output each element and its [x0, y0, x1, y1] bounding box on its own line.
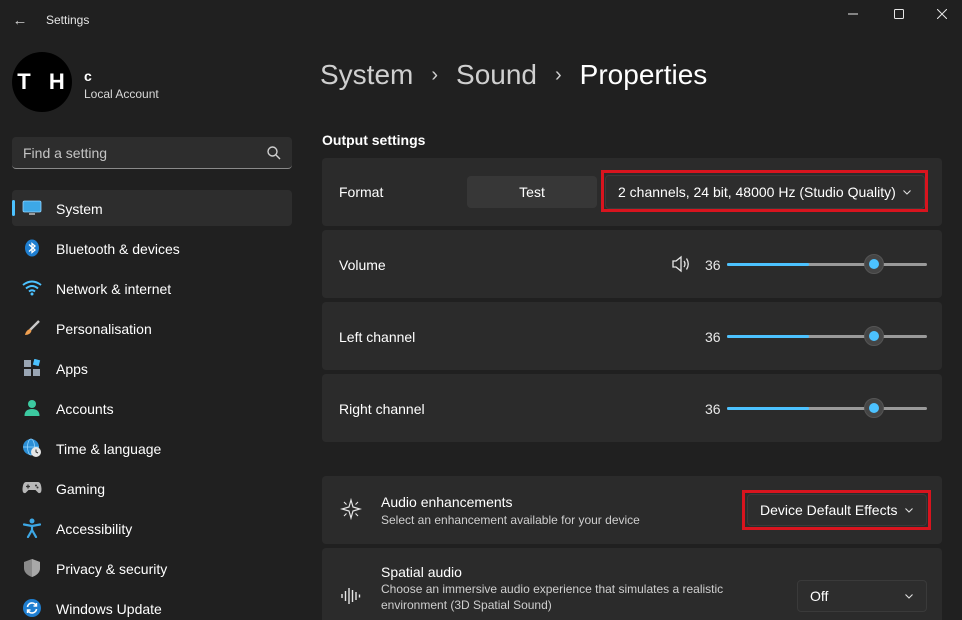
sidebar-item-bluetooth[interactable]: Bluetooth & devices — [12, 230, 292, 266]
bluetooth-icon — [22, 238, 42, 258]
search-input[interactable]: Find a setting — [12, 137, 292, 169]
sidebar-item-label: Privacy & security — [56, 561, 168, 577]
paintbrush-icon — [22, 318, 42, 338]
audio-enhancements-title: Audio enhancements — [381, 494, 513, 510]
sparkle-icon — [340, 498, 362, 520]
sidebar-item-label: Bluetooth & devices — [56, 241, 180, 257]
search-placeholder: Find a setting — [23, 145, 108, 161]
slider-thumb[interactable] — [864, 254, 884, 274]
back-button[interactable]: ← — [8, 6, 32, 34]
slider-fill — [727, 335, 809, 338]
sidebar-item-windows-update[interactable]: Windows Update — [12, 590, 292, 620]
left-channel-label: Left channel — [339, 329, 416, 345]
update-icon — [22, 598, 42, 618]
format-card: Format Test 2 channels, 24 bit, 48000 Hz… — [322, 158, 942, 226]
right-channel-value: 36 — [705, 401, 721, 417]
back-arrow-icon: ← — [12, 11, 28, 29]
search-icon — [267, 146, 281, 160]
slider-fill — [727, 407, 809, 410]
monitor-icon — [22, 198, 42, 218]
volume-label: Volume — [339, 257, 386, 273]
shield-icon — [22, 558, 42, 578]
profile-name: c — [84, 68, 92, 84]
spatial-audio-dropdown[interactable]: Off — [797, 580, 927, 612]
sidebar-item-accessibility[interactable]: Accessibility — [12, 510, 292, 546]
audio-enhancements-description: Select an enhancement available for your… — [381, 513, 640, 527]
sidebar-item-label: Windows Update — [56, 601, 162, 617]
left-channel-slider[interactable] — [727, 326, 927, 346]
sidebar-item-time-language[interactable]: Time & language — [12, 430, 292, 466]
sidebar-item-label: Time & language — [56, 441, 162, 457]
breadcrumb: System › Sound › Properties — [320, 55, 707, 95]
page-title: Properties — [579, 59, 708, 90]
spatial-audio-title: Spatial audio — [381, 564, 462, 580]
volume-value: 36 — [705, 257, 721, 273]
sidebar-item-apps[interactable]: Apps — [12, 350, 292, 386]
sidebar-item-label: Apps — [56, 361, 88, 377]
sidebar-item-personalisation[interactable]: Personalisation — [12, 310, 292, 346]
close-icon — [937, 9, 947, 19]
slider-fill — [727, 263, 809, 266]
profile-account-type: Local Account — [84, 87, 159, 101]
minimize-icon — [848, 13, 858, 15]
slider-thumb[interactable] — [864, 326, 884, 346]
right-channel-card: Right channel 36 — [322, 374, 942, 442]
format-highlight-box — [601, 170, 928, 212]
title-bar: ← Settings — [0, 0, 962, 40]
sidebar-item-label: Accounts — [56, 401, 114, 417]
sidebar-item-privacy[interactable]: Privacy & security — [12, 550, 292, 586]
sidebar-nav: System Bluetooth & devices Network & int… — [12, 190, 292, 620]
sidebar-item-label: Network & internet — [56, 281, 172, 297]
left-channel-card: Left channel 36 — [322, 302, 942, 370]
sidebar-item-label: Accessibility — [56, 521, 133, 537]
right-channel-label: Right channel — [339, 401, 425, 417]
app-title: Settings — [46, 13, 90, 27]
volume-card: Volume 36 — [322, 230, 942, 298]
wifi-icon — [22, 278, 42, 298]
speaker-icon[interactable] — [671, 255, 691, 273]
gamepad-icon — [22, 478, 42, 498]
maximize-button[interactable] — [876, 0, 922, 28]
left-channel-value: 36 — [705, 329, 721, 345]
spatial-audio-description-line1: Choose an immersive audio experience tha… — [381, 582, 724, 596]
apps-icon — [22, 358, 42, 378]
maximize-icon — [894, 9, 904, 19]
spatial-audio-description-line2: environment (3D Spatial Sound) — [381, 598, 552, 612]
globe-clock-icon — [22, 438, 42, 458]
sidebar-item-gaming[interactable]: Gaming — [12, 470, 292, 506]
audio-enhancements-card: Audio enhancements Select an enhancement… — [322, 476, 942, 544]
minimize-button[interactable] — [830, 0, 876, 28]
breadcrumb-system[interactable]: System — [320, 59, 413, 91]
chevron-down-icon — [905, 594, 913, 599]
sidebar-item-system[interactable]: System — [12, 190, 292, 226]
audio-enhancements-highlight-box — [742, 490, 931, 530]
sidebar-item-label: Gaming — [56, 481, 106, 497]
spatial-audio-dropdown-value: Off — [810, 588, 829, 604]
spatial-audio-card: Spatial audio Choose an immersive audio … — [322, 548, 942, 620]
right-channel-slider[interactable] — [727, 398, 927, 418]
breadcrumb-separator: › — [431, 63, 439, 86]
close-button[interactable] — [922, 0, 962, 28]
sidebar-item-label: Personalisation — [56, 321, 152, 337]
breadcrumb-sound[interactable]: Sound — [456, 59, 537, 91]
accessibility-icon — [22, 518, 42, 538]
person-icon — [22, 398, 42, 418]
sidebar-item-network[interactable]: Network & internet — [12, 270, 292, 306]
sidebar-item-label: System — [56, 201, 103, 217]
test-button[interactable]: Test — [467, 176, 597, 208]
volume-slider[interactable] — [727, 254, 927, 274]
format-label: Format — [339, 184, 384, 200]
section-title-output-settings: Output settings — [322, 132, 426, 148]
avatar: T H — [12, 52, 72, 112]
sidebar-item-accounts[interactable]: Accounts — [12, 390, 292, 426]
slider-thumb[interactable] — [864, 398, 884, 418]
soundwave-icon — [341, 588, 361, 604]
breadcrumb-separator: › — [555, 63, 562, 86]
